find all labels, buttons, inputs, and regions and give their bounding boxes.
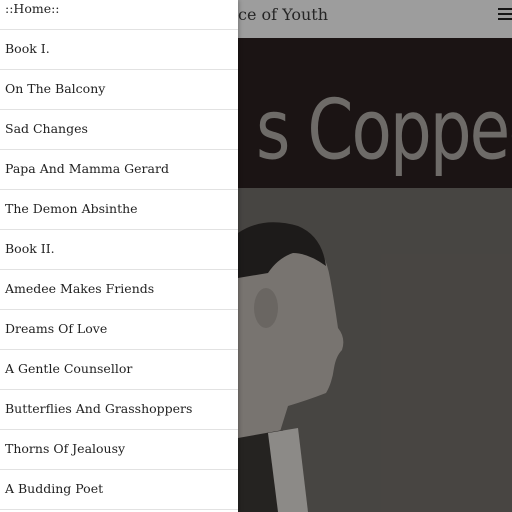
drawer-item-sad-changes[interactable]: Sad Changes: [0, 110, 238, 150]
drawer-scrollbar[interactable]: [231, 0, 238, 512]
drawer-item-butterflies-and-grasshoppers[interactable]: Butterflies And Grasshoppers: [0, 390, 238, 430]
drawer-item-book-1[interactable]: Book I.: [0, 30, 238, 70]
drawer-item-home[interactable]: ::Home::: [0, 0, 238, 30]
drawer-item-book-2[interactable]: Book II.: [0, 230, 238, 270]
drawer-item-the-demon-absinthe[interactable]: The Demon Absinthe: [0, 190, 238, 230]
drawer-item-thorns-of-jealousy[interactable]: Thorns Of Jealousy: [0, 430, 238, 470]
drawer-item-dreams-of-love[interactable]: Dreams Of Love: [0, 310, 238, 350]
drawer-item-a-budding-poet[interactable]: A Budding Poet: [0, 470, 238, 510]
drawer-item-a-gentle-counsellor[interactable]: A Gentle Counsellor: [0, 350, 238, 390]
drawer-item-on-the-balcony[interactable]: On The Balcony: [0, 70, 238, 110]
drawer-item-papa-and-mamma-gerard[interactable]: Papa And Mamma Gerard: [0, 150, 238, 190]
navigation-drawer: ::Home:: Book I. On The Balcony Sad Chan…: [0, 0, 238, 512]
drawer-item-amedee-makes-friends[interactable]: Amedee Makes Friends: [0, 270, 238, 310]
drawer-scrim[interactable]: [238, 0, 512, 512]
